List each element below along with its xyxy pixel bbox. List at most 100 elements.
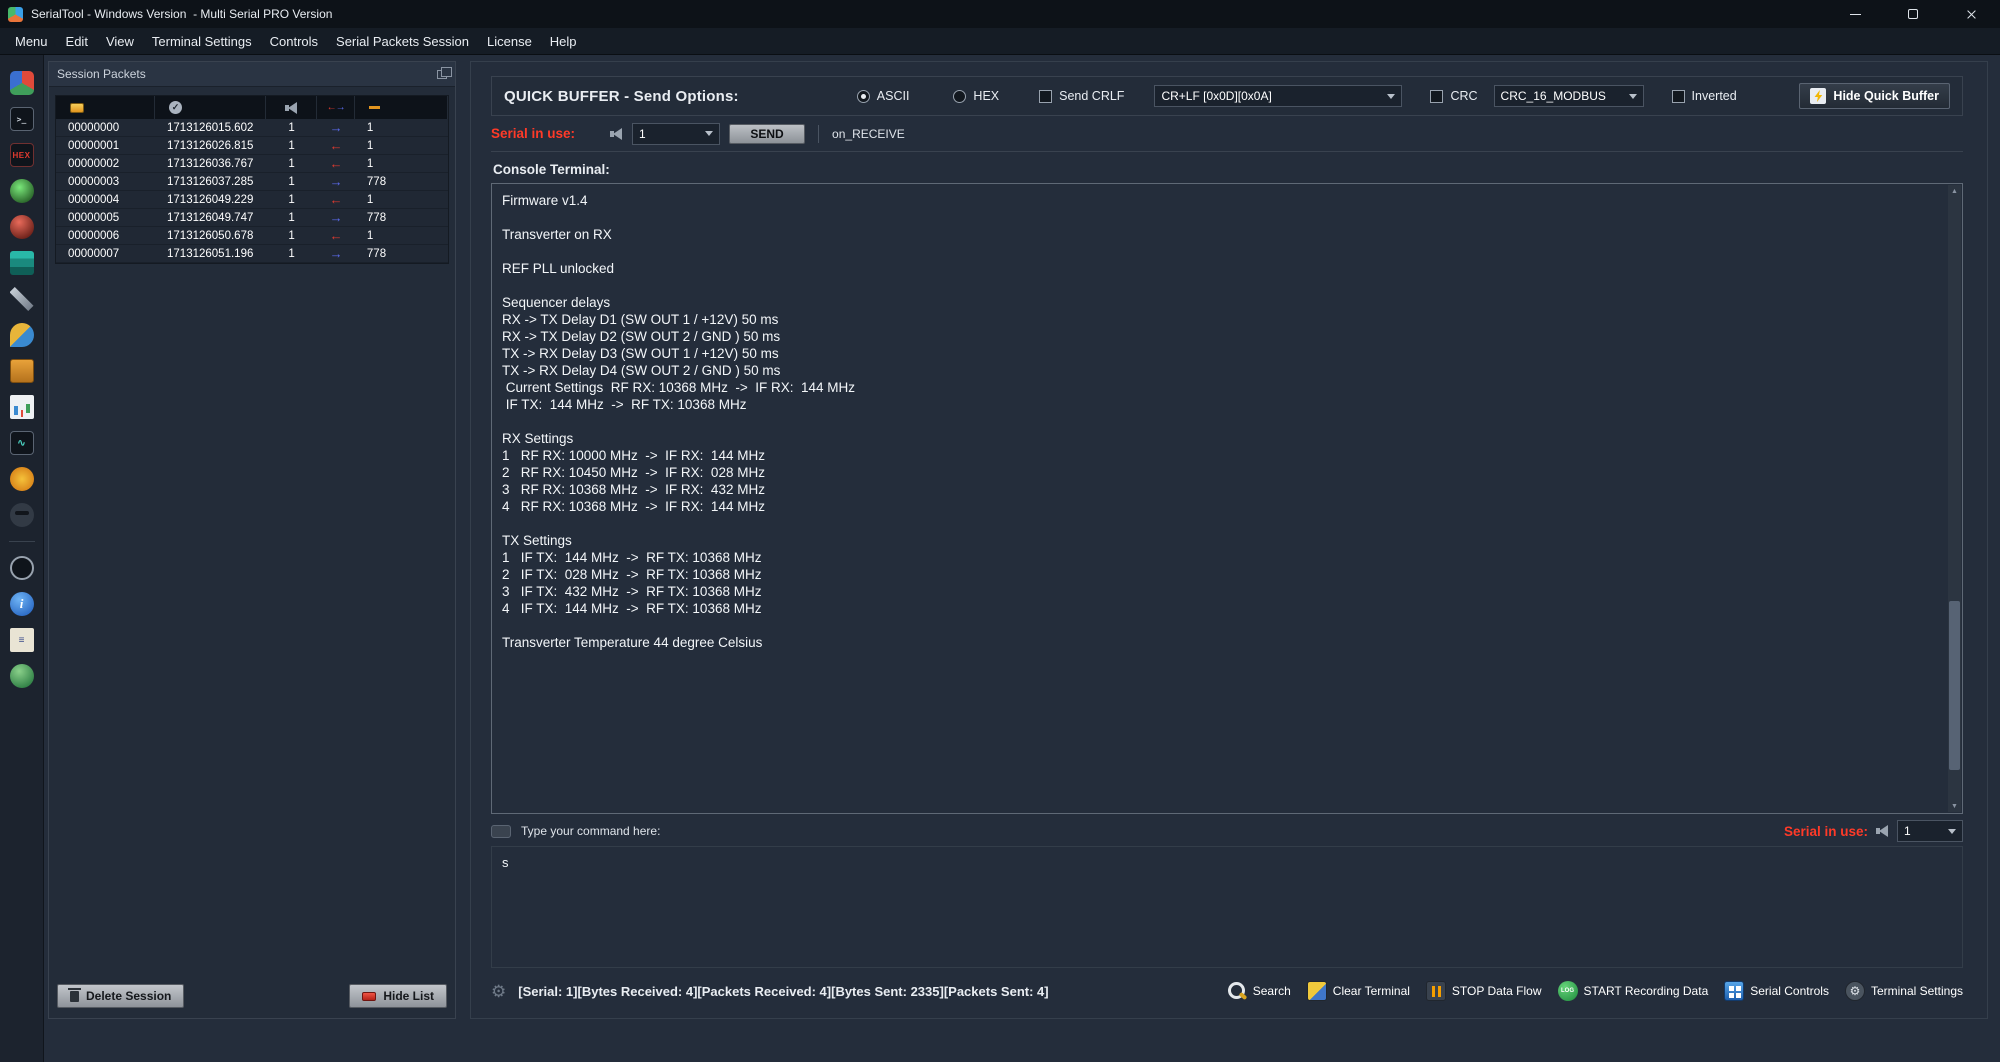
menu-item-view[interactable]: View bbox=[97, 30, 143, 53]
menu-item-terminal-settings[interactable]: Terminal Settings bbox=[143, 30, 261, 53]
packet-row[interactable]: 00000003 1713126037.285 1 → 778 bbox=[56, 173, 448, 191]
column-header-3[interactable] bbox=[317, 96, 355, 119]
command-serial-select[interactable]: 1 bbox=[1897, 820, 1963, 842]
crlf-select[interactable]: CR+LF [0x0D][0x0A] bbox=[1154, 85, 1403, 107]
command-input[interactable]: s bbox=[491, 846, 1963, 968]
send-crlf-checkbox[interactable]: Send CRLF bbox=[1039, 89, 1124, 103]
app-tools-icon[interactable] bbox=[9, 71, 34, 95]
terminal-settings-button[interactable]: Terminal Settings bbox=[1844, 981, 1963, 1001]
matrix-icon[interactable] bbox=[9, 179, 34, 203]
clipboard-icon[interactable] bbox=[9, 359, 34, 383]
terminal-scrollbar[interactable] bbox=[1948, 185, 1961, 812]
menu-item-serial-packets-session[interactable]: Serial Packets Session bbox=[327, 30, 478, 53]
menu-item-license[interactable]: License bbox=[478, 30, 541, 53]
hide-list-button[interactable]: Hide List bbox=[349, 984, 447, 1008]
status-button-label: Serial Controls bbox=[1750, 984, 1829, 998]
hex-radio[interactable]: HEX bbox=[953, 89, 999, 103]
packet-timestamp: 1713126049.229 bbox=[167, 193, 254, 206]
menu-item-edit[interactable]: Edit bbox=[57, 30, 97, 53]
packet-row[interactable]: 00000002 1713126036.767 1 ← 1 bbox=[56, 155, 448, 173]
wrench-icon[interactable] bbox=[9, 287, 34, 311]
crlf-select-value: CR+LF [0x0D][0x0A] bbox=[1161, 89, 1272, 103]
compass-icon[interactable] bbox=[9, 556, 34, 580]
menubar: Menu Edit View Terminal Settings Controls Ser… bbox=[0, 28, 2000, 55]
hide-list-label: Hide List bbox=[383, 989, 434, 1003]
column-header-0[interactable] bbox=[56, 96, 156, 119]
session-packets-panel: Session Packets 00000000 1713126015.602 1 →… bbox=[48, 61, 456, 1019]
popout-icon[interactable] bbox=[437, 66, 452, 79]
command-serial-select-value: 1 bbox=[1904, 824, 1911, 838]
terminal-output[interactable]: Firmware v1.4 Transverter on RX REF PLL … bbox=[502, 192, 1936, 651]
crc-select[interactable]: CRC_16_MODBUS bbox=[1493, 85, 1644, 107]
layers-icon[interactable] bbox=[9, 251, 34, 275]
header-speaker-icon bbox=[284, 101, 298, 114]
maximize-button[interactable] bbox=[1884, 0, 1942, 28]
check-time-icon bbox=[169, 101, 183, 114]
status-button-label: Search bbox=[1252, 984, 1291, 998]
stop-data-flow-button[interactable]: STOP Data Flow bbox=[1425, 981, 1542, 1001]
chat-icon[interactable] bbox=[9, 323, 34, 347]
minimize-icon bbox=[1849, 13, 1861, 15]
direction-arrows-icon bbox=[327, 102, 345, 113]
chart-icon[interactable] bbox=[9, 395, 34, 419]
menu-item-menu[interactable]: Menu bbox=[6, 30, 57, 53]
graph-icon[interactable]: ∿ bbox=[9, 431, 34, 455]
packet-row[interactable]: 00000001 1713126026.815 1 ← 1 bbox=[56, 137, 448, 155]
delete-session-label: Delete Session bbox=[86, 989, 172, 1003]
column-header-2[interactable] bbox=[266, 96, 318, 119]
inverted-checkbox[interactable]: Inverted bbox=[1671, 89, 1737, 103]
delete-session-button[interactable]: Delete Session bbox=[57, 984, 185, 1008]
packet-row[interactable]: 00000006 1713126050.678 1 ← 1 bbox=[56, 227, 448, 245]
packet-row[interactable]: 00000005 1713126049.747 1 → 778 bbox=[56, 209, 448, 227]
menu-item-help[interactable]: Help bbox=[541, 30, 586, 53]
chevron-down-icon bbox=[1628, 93, 1637, 99]
console-terminal-label: Console Terminal: bbox=[493, 162, 610, 177]
packet-id: 00000003 bbox=[68, 175, 120, 188]
dash-icon bbox=[368, 106, 380, 109]
packet-direction-arrow: ← bbox=[329, 157, 343, 170]
hex-icon[interactable]: HEX bbox=[9, 143, 34, 167]
status-bar: [Serial: 1][Bytes Received: 4][Packets R… bbox=[491, 968, 1963, 1008]
packet-serial: 1 bbox=[288, 247, 295, 260]
packet-row[interactable]: 00000004 1713126049.229 1 ← 1 bbox=[56, 191, 448, 209]
serial-select[interactable]: 1 bbox=[632, 122, 721, 145]
packet-color-icon bbox=[70, 102, 84, 113]
serial-controls-button[interactable]: Serial Controls bbox=[1724, 981, 1829, 1001]
menu-item-controls[interactable]: Controls bbox=[261, 30, 327, 53]
gear-burst-icon[interactable] bbox=[9, 467, 34, 491]
sphere-icon[interactable] bbox=[9, 215, 34, 239]
packet-timestamp: 1713126050.678 bbox=[167, 229, 254, 242]
info-icon[interactable]: i bbox=[9, 592, 34, 616]
packet-bytes: 778 bbox=[366, 211, 387, 224]
packet-row[interactable]: 00000007 1713126051.196 1 → 778 bbox=[56, 245, 448, 263]
spy-icon[interactable] bbox=[9, 503, 34, 527]
scrollbar-track[interactable] bbox=[1948, 197, 1961, 800]
column-header-4[interactable] bbox=[355, 96, 449, 119]
scroll-down-icon[interactable] bbox=[1948, 800, 1961, 812]
scroll-up-icon[interactable] bbox=[1948, 185, 1961, 197]
column-header-1[interactable] bbox=[155, 96, 266, 119]
packet-serial: 1 bbox=[288, 211, 295, 224]
send-button[interactable]: SEND bbox=[729, 123, 806, 144]
packet-row[interactable]: 00000000 1713126015.602 1 → 1 bbox=[56, 119, 448, 137]
status-buttons: Search Clear Terminal STOP Data Flow START … bbox=[1227, 981, 1963, 1001]
globe-icon[interactable] bbox=[9, 664, 34, 688]
window-controls bbox=[1826, 0, 2000, 28]
close-button[interactable] bbox=[1942, 0, 2000, 28]
packet-id: 00000004 bbox=[68, 193, 120, 206]
command-serial-group: Serial in use: 1 bbox=[1784, 820, 1963, 842]
clear-terminal-button[interactable]: Clear Terminal bbox=[1306, 981, 1410, 1001]
search-button[interactable]: Search bbox=[1227, 981, 1291, 1001]
hide-list-icon bbox=[362, 991, 377, 1001]
notes-icon[interactable]: ≡ bbox=[9, 628, 34, 652]
hide-quick-buffer-button[interactable]: Hide Quick Buffer bbox=[1799, 83, 1950, 109]
ascii-radio[interactable]: ASCII bbox=[856, 89, 909, 103]
packet-bytes: 1 bbox=[366, 157, 374, 170]
scrollbar-thumb[interactable] bbox=[1949, 601, 1960, 770]
start-recording-button[interactable]: START Recording Data bbox=[1557, 981, 1708, 1001]
crc-checkbox[interactable]: CRC bbox=[1430, 89, 1478, 103]
terminal-panel-icon[interactable]: >_ bbox=[9, 107, 34, 131]
app-icon bbox=[8, 6, 23, 22]
minimize-button[interactable] bbox=[1826, 0, 1884, 28]
packet-serial: 1 bbox=[288, 193, 295, 206]
